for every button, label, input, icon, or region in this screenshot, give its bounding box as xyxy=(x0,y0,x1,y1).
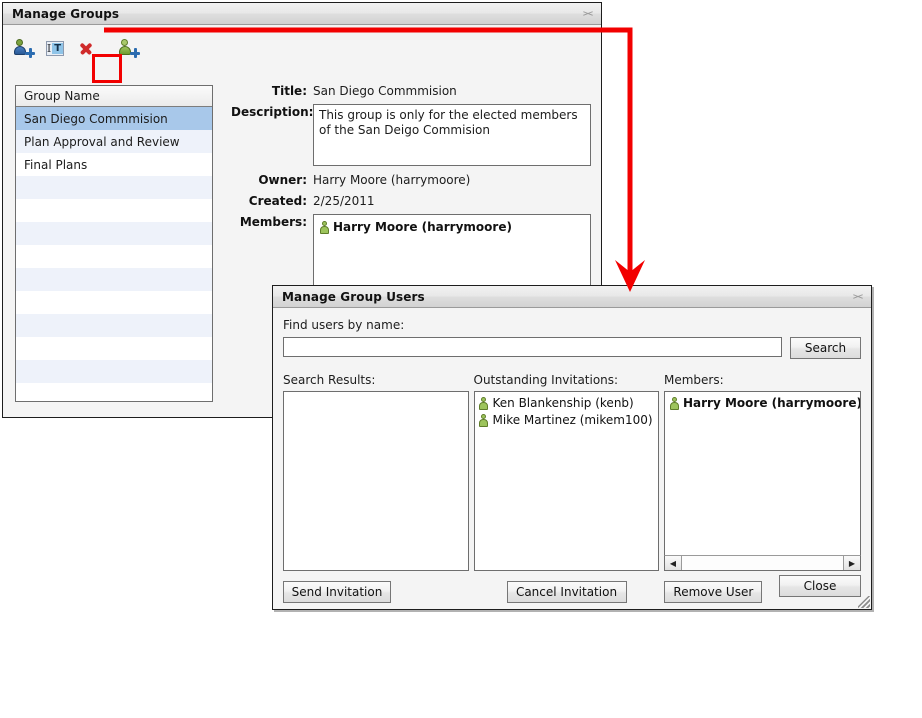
user-label: Harry Moore (harrymoore) xyxy=(683,396,861,410)
person-green-icon xyxy=(479,397,489,410)
created-label: Created: xyxy=(248,194,307,208)
owner-field-row: Owner: Harry Moore (harrymoore) xyxy=(231,172,591,187)
send-invitation-cell: Send Invitation xyxy=(283,581,469,603)
group-list-item[interactable]: Plan Approval and Review xyxy=(16,130,212,153)
dialog-button-row: Send Invitation Cancel Invitation Remove… xyxy=(283,581,861,603)
send-invitation-button[interactable]: Send Invitation xyxy=(283,581,391,603)
invitation-list-item[interactable]: Ken Blankenship (kenb) xyxy=(479,395,655,412)
manage-group-users-titlebar[interactable]: Manage Group Users xyxy=(273,286,871,308)
members-horizontal-scrollbar[interactable]: ◀ ▶ xyxy=(664,555,861,571)
manage-groups-title: Manage Groups xyxy=(12,6,120,21)
members-column: Members: Harry Moore (harrymoore) ◀ ▶ xyxy=(664,373,861,571)
user-add-blue-icon xyxy=(14,39,35,58)
title-label: Title: xyxy=(271,84,307,98)
scrollbar-track[interactable] xyxy=(682,556,843,570)
remove-user-button[interactable]: Remove User xyxy=(664,581,763,603)
search-results-label: Search Results: xyxy=(283,373,376,387)
dialog-members-label: Members: xyxy=(664,373,724,387)
created-field-row: Created: 2/25/2011 xyxy=(231,193,591,208)
manage-group-users-window: Manage Group Users Find users by name: S… xyxy=(272,285,872,610)
title-field-row: Title: San Diego Commmision xyxy=(231,83,591,98)
group-list-item[interactable]: Final Plans xyxy=(16,153,212,176)
group-list-empty-row[interactable] xyxy=(16,199,212,222)
outstanding-invitations-label: Outstanding Invitations: xyxy=(473,373,619,387)
delete-group-button[interactable] xyxy=(73,35,99,61)
group-list-empty-row[interactable] xyxy=(16,314,212,337)
outstanding-invitations-listbox[interactable]: Ken Blankenship (kenb) Mike Martinez (mik… xyxy=(473,391,659,571)
dialog-member-item[interactable]: Harry Moore (harrymoore) xyxy=(669,395,860,412)
group-list-empty-row[interactable] xyxy=(16,383,212,401)
user-columns: Search Results: Outstanding Invitations:… xyxy=(283,373,861,571)
member-list-item[interactable]: Harry Moore (harrymoore) xyxy=(319,219,585,236)
person-green-icon xyxy=(669,397,679,410)
search-results-listbox[interactable] xyxy=(283,391,469,571)
group-list-empty-row[interactable] xyxy=(16,360,212,383)
description-field-row: Description: This group is only for the … xyxy=(231,104,591,166)
manage-group-users-body: Find users by name: Search Search Result… xyxy=(273,308,871,609)
invitation-list-item[interactable]: Mike Martinez (mikem100) xyxy=(479,412,655,429)
collapse-chevron-icon[interactable] xyxy=(851,290,865,304)
group-list-empty-row[interactable] xyxy=(16,337,212,360)
cancel-invitation-cell: Cancel Invitation xyxy=(474,581,660,603)
user-label: Ken Blankenship (kenb) xyxy=(492,396,634,410)
group-list-empty-row[interactable] xyxy=(16,268,212,291)
find-users-label: Find users by name: xyxy=(283,318,405,332)
description-label: Description: xyxy=(231,105,314,119)
group-list[interactable]: Group Name San Diego Commmision Plan Appr… xyxy=(15,85,213,402)
group-list-empty-row[interactable] xyxy=(16,176,212,199)
outstanding-invitations-column: Outstanding Invitations: Ken Blankenship… xyxy=(473,373,659,571)
search-input[interactable] xyxy=(283,337,782,357)
user-label: Harry Moore (harrymoore) xyxy=(333,220,512,234)
group-list-rows: San Diego Commmision Plan Approval and Re… xyxy=(16,107,212,401)
description-textarea[interactable]: This group is only for the elected membe… xyxy=(313,104,591,166)
manage-group-users-title: Manage Group Users xyxy=(282,289,425,304)
search-button[interactable]: Search xyxy=(790,337,861,359)
cancel-invitation-button[interactable]: Cancel Invitation xyxy=(506,581,627,603)
search-results-column: Search Results: xyxy=(283,373,469,571)
rename-group-button[interactable]: IT xyxy=(42,35,68,61)
close-button[interactable]: Close xyxy=(779,575,861,597)
person-green-icon xyxy=(479,414,489,427)
owner-value: Harry Moore (harrymoore) xyxy=(313,173,471,187)
collapse-chevron-icon[interactable] xyxy=(581,7,595,21)
triangle-right-icon[interactable]: ▶ xyxy=(843,556,860,570)
resize-grip-icon[interactable] xyxy=(858,596,870,608)
search-row: Search xyxy=(283,337,861,359)
group-list-item[interactable]: San Diego Commmision xyxy=(16,107,212,130)
red-x-delete-icon xyxy=(78,40,94,56)
group-list-empty-row[interactable] xyxy=(16,245,212,268)
add-user-button[interactable] xyxy=(116,35,142,61)
group-list-empty-row[interactable] xyxy=(16,291,212,314)
manage-groups-titlebar[interactable]: Manage Groups xyxy=(3,3,601,25)
add-group-button[interactable] xyxy=(11,35,37,61)
person-green-icon xyxy=(319,221,329,234)
user-label: Mike Martinez (mikem100) xyxy=(492,413,653,427)
created-value: 2/25/2011 xyxy=(313,194,375,208)
group-list-empty-row[interactable] xyxy=(16,222,212,245)
triangle-left-icon[interactable]: ◀ xyxy=(665,556,682,570)
user-add-green-icon xyxy=(119,39,140,58)
title-value: San Diego Commmision xyxy=(313,84,457,98)
rename-textbox-icon: IT xyxy=(46,40,64,56)
dialog-members-listbox[interactable]: Harry Moore (harrymoore) xyxy=(664,391,861,555)
owner-label: Owner: xyxy=(258,173,307,187)
group-list-header: Group Name xyxy=(16,86,212,107)
manage-groups-toolbar: IT xyxy=(11,33,142,63)
